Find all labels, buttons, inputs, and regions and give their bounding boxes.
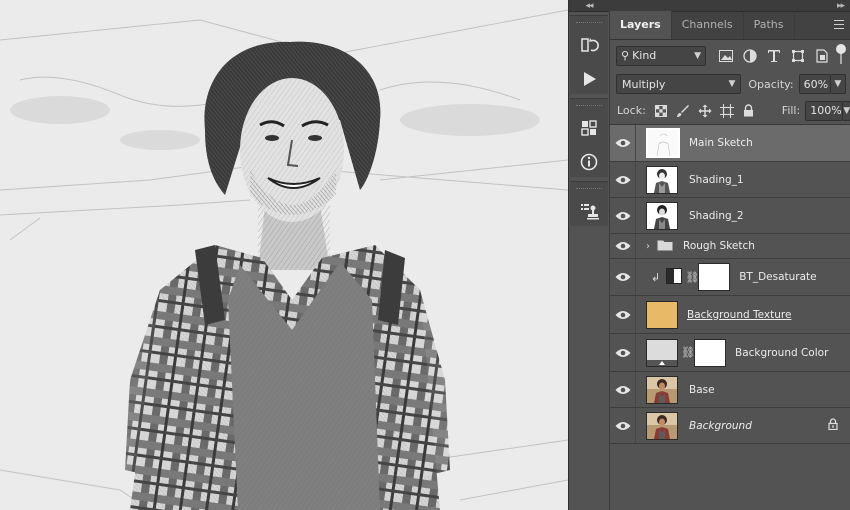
layer-row-background-color[interactable]: ⛓ Background Color bbox=[610, 334, 850, 372]
tool-group bbox=[570, 15, 608, 94]
lock-artboard-icon[interactable] bbox=[716, 101, 738, 121]
layers-list: Main Sketch Shading_1 Shading_2 › Rough … bbox=[610, 125, 850, 444]
adjustment-layer-icon bbox=[666, 267, 683, 287]
lock-row: Lock: Fill: 100% ▼ bbox=[610, 97, 850, 125]
layer-thumbnail bbox=[646, 165, 678, 194]
blend-mode-value: Multiply bbox=[622, 77, 666, 91]
fill-input[interactable]: 100% bbox=[805, 100, 844, 121]
folder-icon bbox=[657, 239, 673, 254]
tab-channels[interactable]: Channels bbox=[672, 11, 744, 39]
lock-label: Lock: bbox=[617, 104, 646, 117]
filter-kind-select[interactable]: ⚲ Kind ▼ bbox=[616, 45, 706, 66]
layer-name: Background bbox=[689, 419, 752, 432]
eye-icon[interactable] bbox=[610, 259, 636, 295]
lock-transparent-pixels-icon[interactable] bbox=[650, 101, 672, 121]
filter-toggle-switch[interactable] bbox=[836, 43, 846, 66]
layer-thumbnail bbox=[646, 128, 680, 158]
panel-menu-icon[interactable] bbox=[834, 20, 844, 29]
layer-row-main-sketch[interactable]: Main Sketch bbox=[610, 125, 850, 162]
layer-row-rough-sketch-group[interactable]: › Rough Sketch bbox=[610, 234, 850, 259]
chevron-down-icon: ▼ bbox=[728, 79, 736, 89]
filter-icons bbox=[714, 43, 846, 66]
adjustment-filter-icon[interactable] bbox=[738, 46, 762, 66]
search-icon: ⚲ bbox=[621, 49, 630, 62]
layer-thumbnail bbox=[646, 375, 678, 404]
layer-row-base[interactable]: Base bbox=[610, 372, 850, 408]
layer-row-shading-1[interactable]: Shading_1 bbox=[610, 162, 850, 198]
eye-icon[interactable] bbox=[610, 125, 636, 161]
layer-row-bt-desaturate[interactable]: ↲ ⛓ BT_Desaturate bbox=[610, 259, 850, 296]
eye-icon[interactable] bbox=[610, 408, 636, 443]
layer-name: Background Texture bbox=[687, 308, 792, 321]
layer-name: BT_Desaturate bbox=[739, 271, 817, 283]
layer-row-shading-2[interactable]: Shading_2 bbox=[610, 198, 850, 234]
opacity-label: Opacity: bbox=[748, 77, 794, 91]
layer-row-background[interactable]: Background bbox=[610, 408, 850, 444]
layer-name: Shading_2 bbox=[689, 209, 744, 222]
tab-paths[interactable]: Paths bbox=[744, 11, 795, 39]
tools-dock: ◂◂ bbox=[568, 0, 610, 510]
lock-icons bbox=[650, 101, 760, 121]
layer-name: Shading_1 bbox=[689, 173, 744, 186]
panel-tabs: Layers Channels Paths bbox=[610, 11, 850, 40]
eye-icon[interactable] bbox=[610, 198, 636, 233]
layer-row-background-texture[interactable]: Background Texture bbox=[610, 296, 850, 334]
blend-row: Multiply ▼ Opacity: 60% ▼ bbox=[610, 71, 850, 97]
eye-icon[interactable] bbox=[610, 162, 636, 197]
blend-mode-select[interactable]: Multiply ▼ bbox=[616, 74, 742, 94]
layer-name: Rough Sketch bbox=[683, 240, 755, 252]
eye-icon[interactable] bbox=[610, 296, 636, 333]
layer-thumbnail bbox=[646, 300, 678, 329]
history-brush-icon[interactable] bbox=[574, 30, 604, 60]
fill-label: Fill: bbox=[781, 104, 801, 117]
dock-grip[interactable] bbox=[576, 105, 602, 107]
dock-grip[interactable] bbox=[576, 188, 602, 190]
smart-object-filter-icon[interactable] bbox=[810, 46, 834, 66]
shape-filter-icon[interactable] bbox=[786, 46, 810, 66]
stamp-clone-icon[interactable] bbox=[574, 196, 604, 226]
play-actions-icon[interactable] bbox=[574, 64, 604, 94]
pixel-filter-icon[interactable] bbox=[714, 46, 738, 66]
type-filter-icon[interactable] bbox=[762, 46, 786, 66]
layer-name: Background Color bbox=[735, 346, 829, 359]
layer-thumbnail bbox=[646, 201, 678, 230]
dock-grip[interactable] bbox=[576, 22, 602, 24]
lock-image-pixels-icon[interactable] bbox=[672, 101, 694, 121]
eye-icon[interactable] bbox=[610, 372, 636, 407]
layer-filter-row: ⚲ Kind ▼ bbox=[610, 40, 850, 71]
sketch-artwork bbox=[0, 0, 568, 510]
clipping-arrow-icon: ↲ bbox=[651, 270, 661, 284]
tool-group bbox=[570, 98, 608, 177]
layer-mask-thumbnail[interactable] bbox=[694, 338, 726, 367]
filter-kind-label: Kind bbox=[632, 49, 657, 62]
eye-icon[interactable] bbox=[610, 234, 636, 258]
chevron-down-icon: ▼ bbox=[694, 50, 701, 61]
opacity-slider-button[interactable]: ▼ bbox=[830, 74, 846, 94]
info-icon[interactable] bbox=[574, 147, 604, 177]
lock-position-icon[interactable] bbox=[694, 101, 716, 121]
dock-collapse-button[interactable]: ◂◂ bbox=[569, 0, 609, 12]
lock-icon[interactable] bbox=[828, 418, 838, 433]
tool-group bbox=[570, 181, 608, 226]
opacity-input[interactable]: 60% bbox=[798, 74, 831, 94]
tab-layers[interactable]: Layers bbox=[610, 11, 672, 39]
layer-name: Base bbox=[689, 383, 715, 396]
layer-mask-thumbnail[interactable] bbox=[698, 263, 731, 291]
document-canvas[interactable] bbox=[0, 0, 568, 510]
layers-panel: ▸▸ Layers Channels Paths ⚲ Kind ▼ Multip… bbox=[610, 0, 850, 510]
fill-slider-button[interactable]: ▼ bbox=[843, 100, 850, 121]
chain-link-icon[interactable]: ⛓ bbox=[685, 271, 699, 284]
layer-thumbnail bbox=[646, 411, 678, 440]
libraries-icon[interactable] bbox=[574, 113, 604, 143]
eye-icon[interactable] bbox=[610, 334, 636, 371]
chain-link-icon[interactable]: ⛓ bbox=[681, 346, 695, 359]
layer-name: Main Sketch bbox=[689, 137, 753, 149]
solid-color-thumbnail bbox=[646, 338, 678, 367]
chevron-right-icon[interactable]: › bbox=[646, 241, 650, 252]
lock-all-icon[interactable] bbox=[738, 101, 760, 121]
